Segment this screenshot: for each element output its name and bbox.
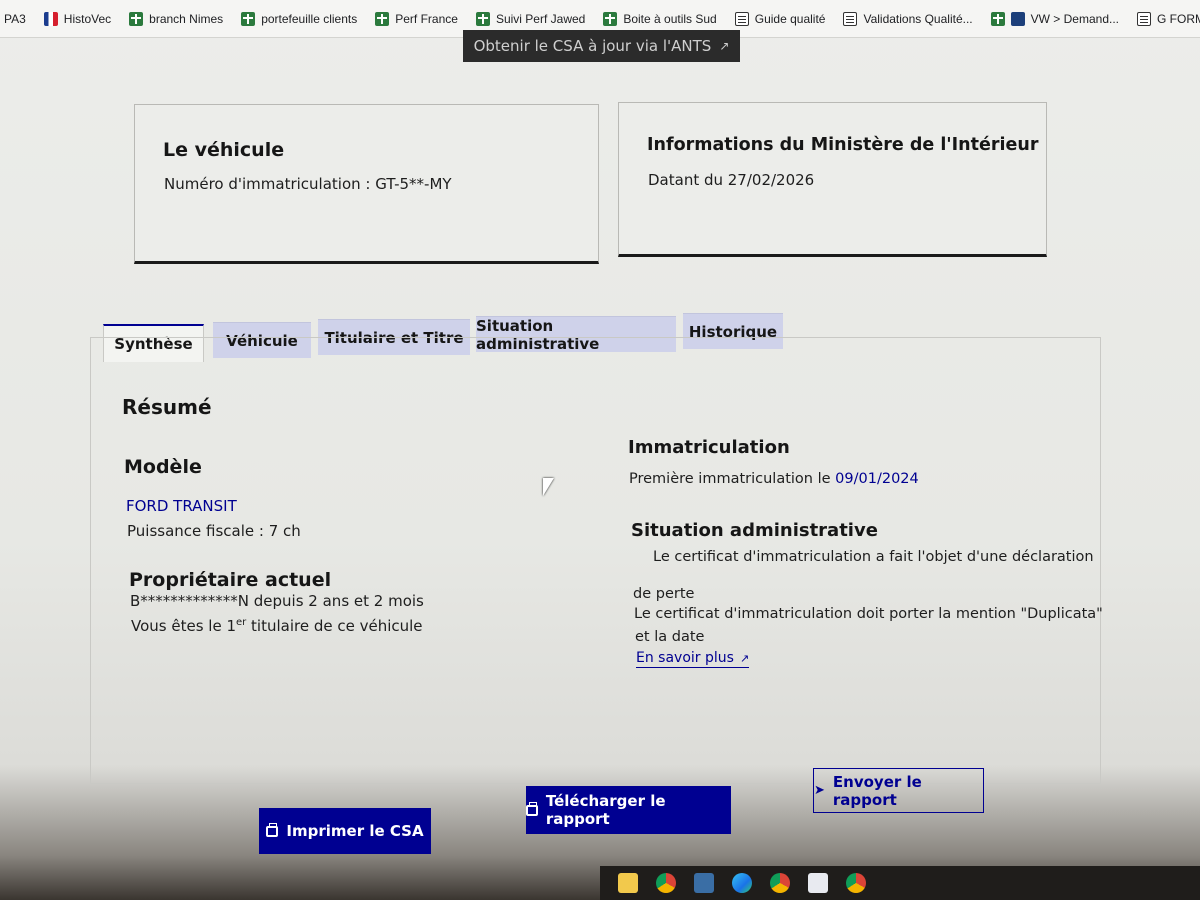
bookmark-label: Suivi Perf Jawed: [495, 11, 586, 26]
os-taskbar: [600, 866, 1200, 900]
admin-line-1: Le certificat d'immatriculation a fait l…: [653, 549, 1094, 565]
sheet-plus-icon: [375, 11, 390, 26]
download-report-button[interactable]: Télécharger le rapport: [526, 786, 731, 834]
bookmark-label: PA3: [4, 11, 26, 26]
doc-icon: [734, 11, 749, 26]
bookmark-label: Perf France: [395, 11, 458, 26]
learn-more-link[interactable]: En savoir plus ↗: [636, 650, 750, 668]
admin-line-4: et la date: [635, 629, 705, 645]
send-label: Envoyer le rapport: [832, 772, 922, 809]
sheet-plus-icon: [990, 11, 1005, 26]
bookmark-perf-france[interactable]: Perf France: [375, 11, 458, 26]
bookmark-label: VW > Demand...: [1030, 11, 1119, 26]
owner-first-sup: er: [236, 617, 247, 628]
sheet-plus-icon: [129, 11, 144, 26]
get-csa-ants-button[interactable]: Obtenir le CSA à jour via l'ANTS ↗: [463, 30, 740, 62]
bookmark-validations[interactable]: Validations Qualité...: [843, 11, 973, 26]
first-registration-date: 09/01/2024: [835, 471, 919, 487]
chrome-icon[interactable]: [656, 873, 676, 893]
bookmark-gform[interactable]: G FORM Contrats à...: [1137, 11, 1200, 26]
learn-more-label: En savoir plus: [636, 650, 734, 666]
first-registration: Première immatriculation le 09/01/2024: [629, 471, 919, 487]
sheet-plus-icon: [241, 11, 256, 26]
bookmark-histovec[interactable]: HistoVec: [43, 11, 112, 26]
flag-icon: [43, 11, 58, 26]
doc-icon: [1137, 11, 1151, 26]
owner-line: B*************N depuis 2 ans et 2 mois: [130, 592, 424, 610]
square-icon: [1010, 11, 1025, 26]
bookmark-label: HistoVec: [63, 11, 112, 26]
ministry-date: Datant du 27/02/2026: [648, 171, 815, 189]
edge-icon[interactable]: [732, 873, 752, 893]
print-icon: [526, 801, 538, 816]
first-registration-prefix: Première immatriculation le: [629, 471, 836, 487]
owner-heading: Propriétaire actuel: [129, 569, 332, 591]
vehicle-card: Le véhicule Numéro d'immatriculation : G…: [134, 104, 599, 264]
bookmark-label: Boite à outils Sud: [623, 11, 717, 26]
sheet-plus-icon: [475, 11, 490, 26]
plate-number: Numéro d'immatriculation : GT-5**-MY: [164, 175, 452, 193]
chrome-icon[interactable]: [846, 873, 866, 893]
fiscal-power: Puissance fiscale : 7 ch: [127, 522, 301, 540]
ministry-card: Informations du Ministère de l'Intérieur…: [618, 102, 1047, 257]
admin-line-2: de perte: [633, 586, 695, 602]
file-explorer-icon[interactable]: [618, 873, 638, 893]
bookmark-branch-nimes[interactable]: branch Nimes: [129, 11, 224, 26]
summary-heading: Résumé: [122, 395, 212, 419]
get-csa-label: Obtenir le CSA à jour via l'ANTS: [473, 37, 712, 55]
bookmark-label: Guide qualité: [754, 11, 826, 26]
bookmark-vw-demand[interactable]: VW > Demand...: [990, 11, 1119, 26]
external-link-icon: ↗: [719, 39, 730, 53]
ministry-card-title: Informations du Ministère de l'Intérieur: [647, 135, 1039, 155]
sheet-plus-icon: [603, 11, 618, 26]
admin-line-3: Le certificat d'immatriculation doit por…: [634, 606, 1103, 622]
bookmark-guide-qualite[interactable]: Guide qualité: [734, 11, 826, 26]
vehicle-card-title: Le véhicule: [163, 139, 285, 161]
bookmark-suivi-perf[interactable]: Suivi Perf Jawed: [475, 11, 586, 26]
print-label: Imprimer le CSA: [286, 822, 424, 840]
chrome-icon[interactable]: [770, 873, 790, 893]
download-label: Télécharger le rapport: [545, 792, 666, 828]
snipping-tool-icon[interactable]: [808, 873, 828, 893]
bookmark-label: Validations Qualité...: [863, 11, 973, 26]
store-icon[interactable]: [694, 873, 714, 893]
print-csa-button[interactable]: Imprimer le CSA: [259, 808, 431, 854]
bookmark-label: G FORM Contrats à...: [1157, 11, 1200, 26]
external-link-icon: ↗: [739, 651, 750, 665]
send-report-button[interactable]: ➤ Envoyer le rapport: [813, 768, 984, 813]
model-value: FORD TRANSIT: [126, 497, 237, 515]
model-heading: Modèle: [124, 456, 202, 478]
bookmark-portefeuille[interactable]: portefeuille clients: [241, 11, 358, 26]
bookmark-pa3[interactable]: PA3: [4, 12, 26, 26]
send-icon: ➤: [814, 783, 825, 798]
owner-first-a: Vous êtes le 1: [131, 617, 236, 635]
print-icon: [266, 822, 279, 837]
owner-first-titular: Vous êtes le 1er titulaire de ce véhicul…: [131, 617, 423, 635]
registration-heading: Immatriculation: [628, 437, 790, 458]
mouse-cursor-icon: [543, 478, 554, 496]
bookmark-label: branch Nimes: [149, 11, 224, 26]
owner-first-b: titulaire de ce véhicule: [246, 617, 423, 635]
bookmark-boite-outils[interactable]: Boite à outils Sud: [603, 11, 717, 26]
bookmark-label: portefeuille clients: [261, 11, 358, 26]
doc-icon: [843, 11, 858, 26]
admin-heading: Situation administrative: [631, 520, 878, 541]
